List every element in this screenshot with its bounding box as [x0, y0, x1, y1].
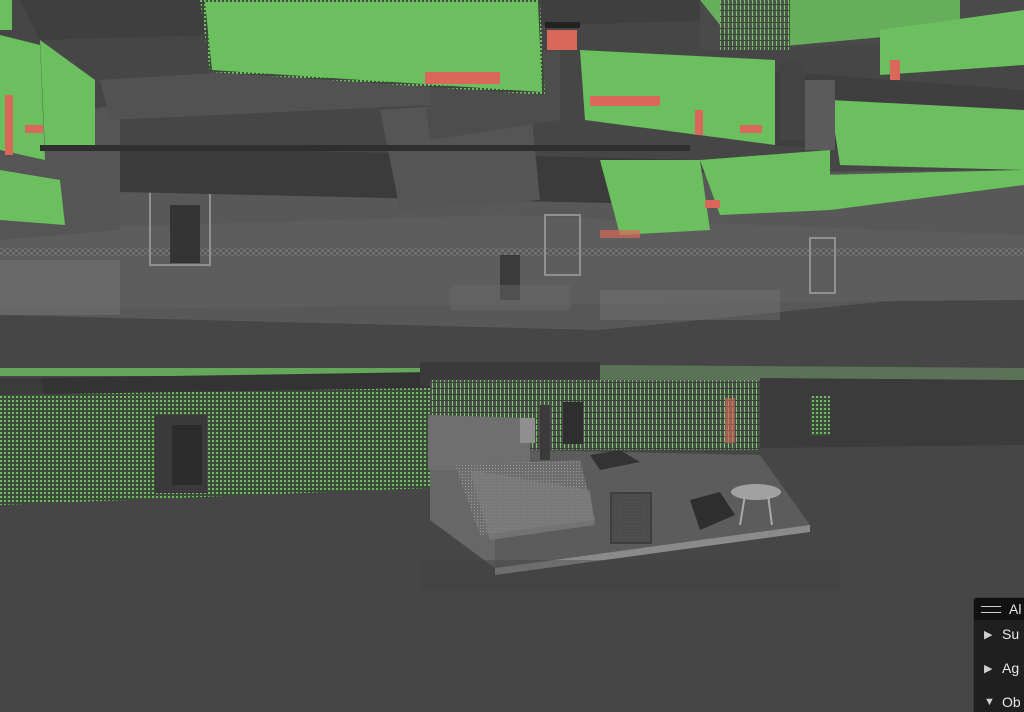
control-panel[interactable]: Al ▶ Su ▶ Ag ▼ Ob	[973, 597, 1024, 712]
folder-su[interactable]: ▶ Su	[974, 622, 1024, 646]
drag-handle-icon[interactable]	[981, 605, 1001, 613]
panel-header[interactable]: Al	[974, 598, 1024, 620]
folder-label: Su	[1002, 626, 1020, 642]
folder-label: Ob	[1002, 694, 1021, 710]
triangle-right-icon: ▶	[984, 662, 993, 675]
triangle-down-icon: ▼	[984, 696, 995, 708]
folder-label: Ag	[1002, 660, 1020, 676]
app-root: Al ▶ Su ▶ Ag ▼ Ob	[0, 0, 1024, 712]
floor-shadow	[420, 560, 840, 590]
folder-ob[interactable]: ▼ Ob	[974, 690, 1024, 712]
3d-viewport[interactable]	[0, 0, 1024, 712]
panel-title: Al	[1009, 601, 1022, 617]
triangle-right-icon: ▶	[984, 628, 993, 641]
folder-ag[interactable]: ▶ Ag	[974, 656, 1024, 680]
